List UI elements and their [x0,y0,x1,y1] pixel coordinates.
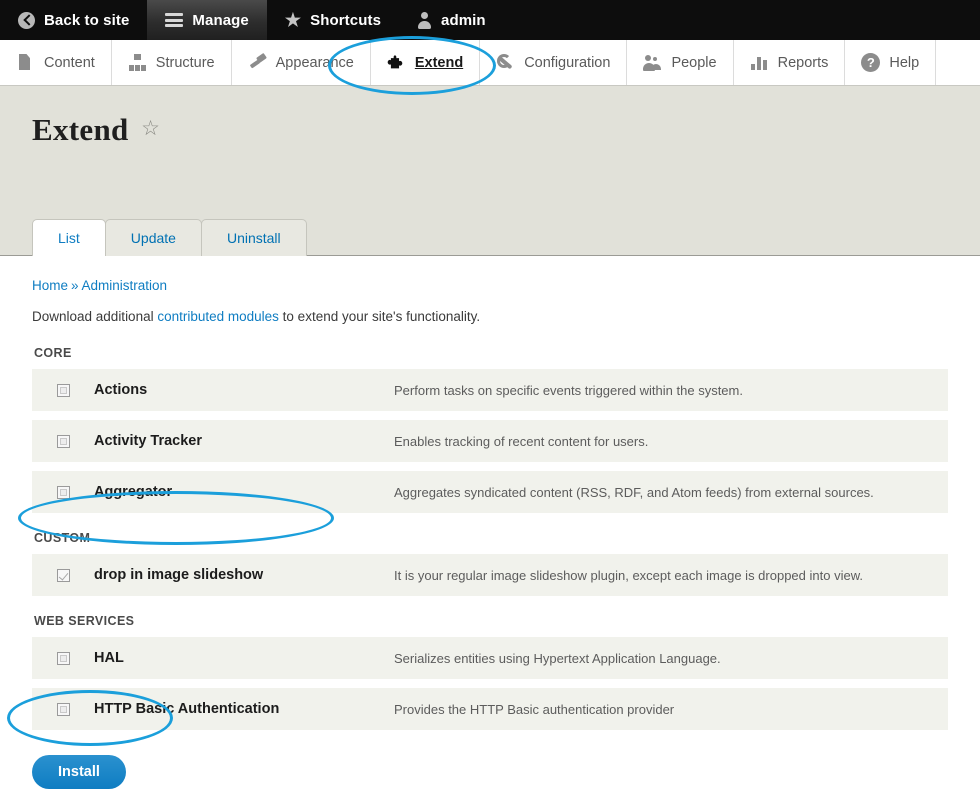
module-checkbox-cell [32,568,94,582]
question-mark-icon: ? [861,53,881,72]
breadcrumb-home-link[interactable]: Home [32,278,68,293]
admin-toolbar: Back to site Manage ★ Shortcuts admin [0,0,980,40]
module-checkbox-cell [32,383,94,397]
menu-item-configuration[interactable]: Configuration [480,40,628,85]
page-header: Extend ☆ List Update Uninstall [0,86,980,256]
menu-item-reports-label: Reports [777,54,829,71]
intro-text-before: Download additional [32,309,158,324]
module-description: Provides the HTTP Basic authentication p… [394,701,675,717]
menu-item-appearance[interactable]: Appearance [232,40,371,85]
module-description: Serializes entities using Hypertext Appl… [394,650,721,666]
module-checkbox-aggregator[interactable] [56,485,70,499]
structure-icon [128,53,147,72]
module-name: Actions [94,382,148,398]
install-button[interactable]: Install [32,755,126,789]
form-actions: Install [0,739,980,789]
wrench-icon [496,53,515,72]
menu-item-configuration-label: Configuration [524,54,611,71]
contributed-modules-link[interactable]: contributed modules [157,309,279,324]
module-checkbox-hal[interactable] [56,651,70,665]
menu-item-content-label: Content [44,54,95,71]
intro-text-after: to extend your site's functionality. [278,309,481,324]
paintbrush-icon [248,53,267,72]
admin-menu: Content Structure Appearance Extend Conf… [0,40,980,86]
page-tabs: List Update Uninstall [32,218,307,256]
breadcrumb: Home» Administration [32,278,948,293]
group-label-web-services: WEB SERVICES [34,614,135,628]
module-checkbox-actions[interactable] [56,383,70,397]
menu-item-help-label: Help [889,54,920,71]
group-label-custom: CUSTOM [34,531,91,545]
module-description: Perform tasks on specific events trigger… [394,382,743,398]
breadcrumb-administration-link[interactable]: Administration [82,278,168,293]
bar-chart-icon [750,53,769,72]
shortcuts-button[interactable]: ★ Shortcuts [267,0,399,40]
menu-item-help[interactable]: ? Help [845,40,937,85]
tab-list-label: List [58,229,80,246]
group-label-core: CORE [34,346,72,360]
page-title: Extend [32,112,129,147]
menu-item-structure-label: Structure [155,54,215,71]
module-checkbox-cell [32,651,94,665]
module-description: It is your regular image slideshow plugi… [394,567,863,583]
module-checkbox-http-basic-authentication[interactable] [56,702,70,716]
tab-uninstall-label: Uninstall [226,229,281,246]
menu-item-extend[interactable]: Extend [371,40,481,85]
tab-update[interactable]: Update [104,218,202,256]
user-name-label: admin [441,11,486,29]
manage-label: Manage [192,11,249,29]
module-description: Aggregates syndicated content (RSS, RDF,… [394,484,874,500]
table-row[interactable]: Actions Perform tasks on specific events… [32,369,948,411]
table-row[interactable]: Activity Tracker Enables tracking of rec… [32,420,948,462]
table-row[interactable]: drop in image slideshow It is your regul… [32,554,948,596]
star-icon: ★ [284,10,302,30]
menu-item-structure[interactable]: Structure [112,40,232,85]
menu-empty-cell [936,40,980,85]
back-to-site-button[interactable]: Back to site [0,0,147,40]
module-name: HTTP Basic Authentication [94,701,280,717]
table-row[interactable]: Aggregator Aggregates syndicated content… [32,471,948,513]
module-group-custom: CUSTOM drop in image slideshow It is you… [32,531,948,596]
people-icon [643,53,662,72]
intro-text: Download additional contributed modules … [32,309,948,324]
module-checkbox-drop-in-image-slideshow[interactable] [56,568,70,582]
breadcrumb-separator: » [71,278,79,293]
tab-list[interactable]: List [32,218,106,256]
menu-item-people-label: People [671,54,717,71]
table-row[interactable]: HAL Serializes entities using Hypertext … [32,637,948,679]
module-name: Activity Tracker [94,433,203,449]
manage-tab[interactable]: Manage [147,0,267,40]
module-checkbox-cell [32,702,94,716]
back-arrow-icon [18,11,35,29]
module-checkbox-cell [32,485,94,499]
menu-item-content[interactable]: Content [0,40,112,85]
menu-item-extend-label: Extend [414,54,464,71]
user-account-button[interactable]: admin [399,0,504,40]
back-to-site-label: Back to site [44,11,130,29]
hamburger-icon [165,13,184,27]
menu-item-people[interactable]: People [627,40,734,85]
table-row[interactable]: HTTP Basic Authentication Provides the H… [32,688,948,730]
menu-item-appearance-label: Appearance [275,54,354,71]
shortcuts-label: Shortcuts [310,11,382,29]
puzzle-piece-icon [387,53,406,72]
menu-item-reports[interactable]: Reports [734,40,846,85]
main-content: Home» Administration Download additional … [0,256,980,730]
document-icon [16,53,35,72]
bookmark-star-icon[interactable]: ☆ [141,116,160,141]
module-name: HAL [94,650,124,666]
module-name: drop in image slideshow [94,567,264,583]
module-checkbox-activity-tracker[interactable] [56,434,70,448]
module-group-web-services: WEB SERVICES HAL Serializes entities usi… [32,614,948,730]
tab-uninstall[interactable]: Uninstall [200,218,307,256]
module-group-core: CORE Actions Perform tasks on specific e… [32,346,948,513]
module-description: Enables tracking of recent content for u… [394,433,649,449]
user-icon [417,11,432,29]
module-name: Aggregator [94,484,173,500]
module-checkbox-cell [32,434,94,448]
tab-update-label: Update [130,229,176,246]
